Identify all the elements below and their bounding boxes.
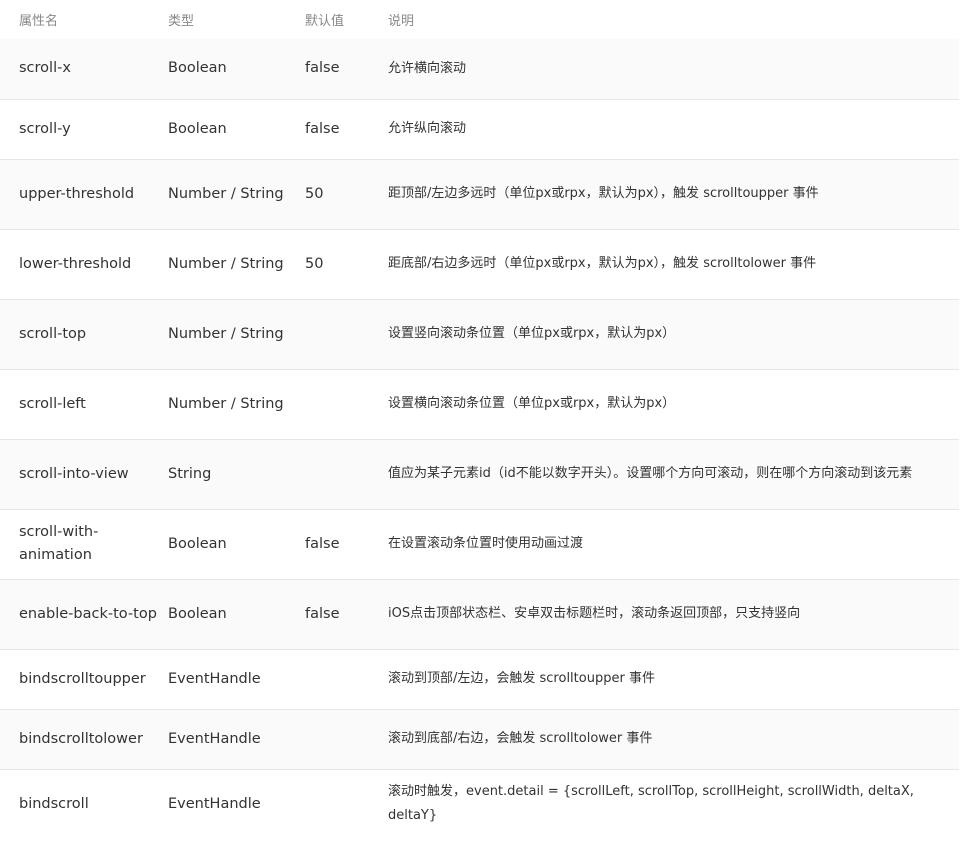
cell-desc: 设置竖向滚动条位置（单位px或rpx，默认为px） [388, 326, 676, 341]
header-desc: 说明 [388, 14, 415, 29]
cell-desc: 允许横向滚动 [388, 60, 467, 76]
cell-type: Number / String [168, 325, 284, 342]
cell-type: Number / String [168, 395, 284, 412]
cell-name: lower-threshold [19, 255, 132, 272]
header-row: 属性名 类型 默认值 说明 [0, 0, 959, 39]
cell-type: Boolean [168, 60, 227, 77]
cell-desc: 距底部/右边多远时（单位px或rpx，默认为px），触发 scrolltolow… [388, 256, 817, 271]
cell-type: Number / String [168, 255, 284, 272]
cell-name: scroll-into-view [19, 465, 129, 482]
table-row: scroll-into-view String 值应为某子元素id（id不能以数… [0, 439, 959, 509]
cell-default [305, 299, 388, 369]
cell-default [305, 649, 388, 709]
cell-type: EventHandle [168, 795, 261, 812]
cell-name: enable-back-to-top [19, 605, 157, 622]
cell-default: false [305, 120, 340, 137]
cell-default: false [305, 535, 340, 552]
cell-default: 50 [305, 185, 324, 202]
cell-default [305, 439, 388, 509]
table-row: enable-back-to-top Boolean false iOS点击顶部… [0, 579, 959, 649]
cell-name: scroll-x [19, 60, 71, 77]
table-body: scroll-x Boolean false 允许横向滚动 scroll-y B… [0, 39, 959, 839]
table-row: upper-threshold Number / String 50 距顶部/左… [0, 159, 959, 229]
cell-type: Boolean [168, 120, 227, 137]
cell-desc: 在设置滚动条位置时使用动画过渡 [388, 536, 584, 551]
attribute-table-container: 属性名 类型 默认值 说明 scroll-x Boolean false 允许横… [0, 0, 959, 839]
cell-default: 50 [305, 255, 324, 272]
cell-name: scroll-with-animation [19, 524, 99, 563]
cell-type: Number / String [168, 185, 284, 202]
cell-name: scroll-top [19, 325, 87, 342]
cell-desc: iOS点击顶部状态栏、安卓双击标题栏时，滚动条返回顶部，只支持竖向 [388, 606, 801, 621]
cell-desc: 值应为某子元素id（id不能以数字开头）。设置哪个方向可滚动，则在哪个方向滚动到… [388, 466, 913, 481]
cell-type: Boolean [168, 535, 227, 552]
attribute-table: 属性名 类型 默认值 说明 scroll-x Boolean false 允许横… [0, 0, 959, 839]
cell-desc: 距顶部/左边多远时（单位px或rpx，默认为px），触发 scrolltoupp… [388, 186, 819, 201]
table-row: bindscrolltolower EventHandle 滚动到底部/右边，会… [0, 709, 959, 769]
cell-default: false [305, 60, 340, 77]
table-row: scroll-y Boolean false 允许纵向滚动 [0, 99, 959, 159]
cell-default [305, 709, 388, 769]
cell-desc: 滚动时触发，event.detail = {scrollLeft, scroll… [388, 784, 914, 824]
table-row: lower-threshold Number / String 50 距底部/右… [0, 229, 959, 299]
table-row: scroll-x Boolean false 允许横向滚动 [0, 39, 959, 99]
table-row: bindscroll EventHandle 滚动时触发，event.detai… [0, 769, 959, 839]
table-row: scroll-left Number / String 设置横向滚动条位置（单位… [0, 369, 959, 439]
cell-name: scroll-left [19, 395, 86, 412]
cell-name: bindscrolltolower [19, 730, 143, 747]
table-row: scroll-top Number / String 设置竖向滚动条位置（单位p… [0, 299, 959, 369]
cell-desc: 滚动到底部/右边，会触发 scrolltolower 事件 [388, 731, 653, 746]
cell-type: String [168, 465, 212, 482]
cell-name: scroll-y [19, 120, 71, 137]
cell-desc: 滚动到顶部/左边，会触发 scrolltoupper 事件 [388, 671, 655, 686]
cell-name: bindscroll [19, 795, 89, 812]
cell-type: EventHandle [168, 730, 261, 747]
header-name: 属性名 [19, 14, 59, 29]
cell-default: false [305, 605, 340, 622]
header-type: 类型 [168, 14, 195, 29]
cell-name: bindscrolltoupper [19, 670, 146, 687]
table-row: scroll-with-animation Boolean false 在设置滚… [0, 509, 959, 579]
header-default: 默认值 [305, 14, 345, 29]
table-row: bindscrolltoupper EventHandle 滚动到顶部/左边，会… [0, 649, 959, 709]
table-header: 属性名 类型 默认值 说明 [0, 0, 959, 39]
cell-desc: 设置横向滚动条位置（单位px或rpx，默认为px） [388, 396, 676, 411]
cell-name: upper-threshold [19, 185, 135, 202]
cell-type: EventHandle [168, 670, 261, 687]
cell-desc: 允许纵向滚动 [388, 121, 467, 136]
cell-default [305, 769, 388, 839]
cell-default [305, 369, 388, 439]
cell-type: Boolean [168, 605, 227, 622]
